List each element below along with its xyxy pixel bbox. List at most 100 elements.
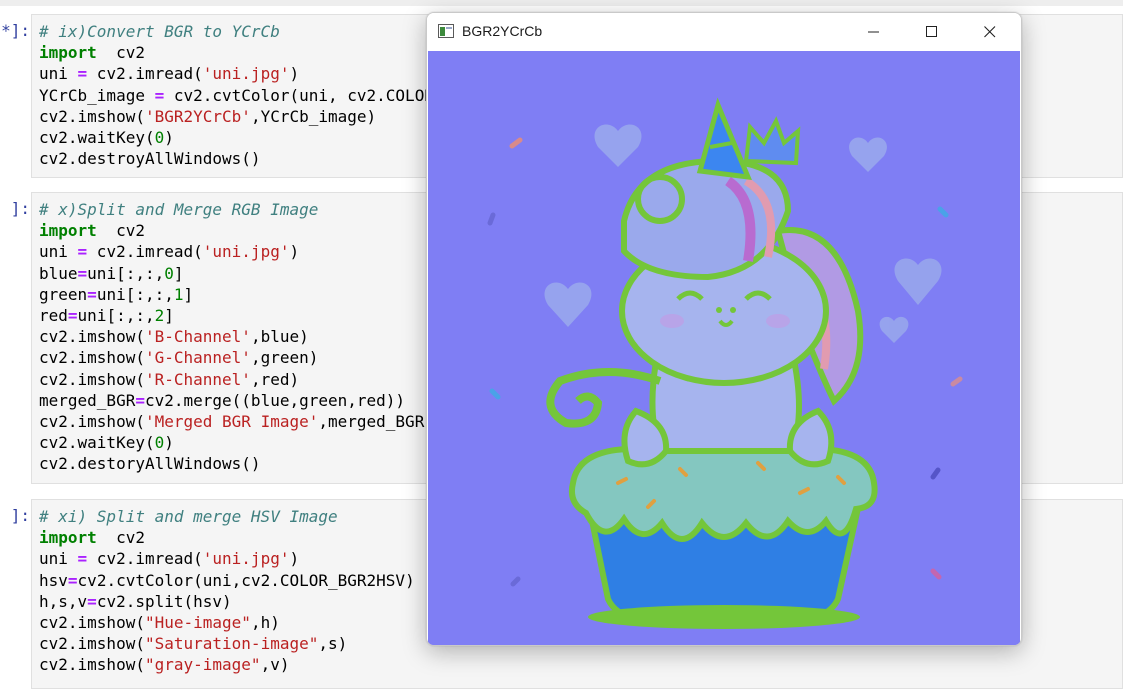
code-token: merged_BGR [39, 390, 136, 410]
code-token: 0 [154, 128, 165, 148]
code-line[interactable]: import cv2 [39, 528, 145, 547]
code-token: cv2.waitKey( [39, 128, 155, 148]
ycrcb-image-canvas [428, 51, 1020, 645]
code-token: = [77, 263, 88, 283]
code-token: 'uni.jpg' [202, 242, 290, 262]
unicorn-cupcake-image [428, 51, 1020, 645]
code-line[interactable]: cv2.imshow('B-Channel',blue) [39, 327, 309, 346]
code-token: "Hue-image" [144, 613, 251, 633]
code-token: ] [164, 306, 174, 326]
code-token: uni[:,:, [87, 263, 165, 283]
code-line[interactable]: import cv2 [39, 221, 145, 240]
code-token: ,merged_BGR) [318, 412, 434, 432]
code-token: uni [39, 64, 78, 84]
code-token: # x)Split and Merge RGB Image [39, 200, 319, 219]
code-token: cv2.destroyAllWindows() [39, 149, 261, 169]
code-line[interactable]: merged_BGR=cv2.merge((blue,green,red)) [39, 391, 405, 410]
code-token: 1 [173, 284, 184, 304]
code-line[interactable]: cv2.imshow('Merged BGR Image',merged_BGR… [39, 412, 434, 431]
cell-prompt: ]: [10, 199, 30, 218]
code-token: cv2.imread( [87, 242, 203, 262]
code-token: uni[:,:, [77, 306, 155, 326]
code-line[interactable]: cv2.destroyAllWindows() [39, 149, 261, 168]
code-line[interactable]: cv2.imshow("Saturation-image",s) [39, 634, 347, 653]
code-line[interactable]: h,s,v=cv2.split(hsv) [39, 592, 232, 611]
code-line[interactable]: cv2.imshow('G-Channel',green) [39, 348, 318, 367]
code-token: ) [289, 64, 300, 84]
code-token: 2 [154, 306, 165, 326]
minimize-icon [868, 31, 879, 33]
code-token: cv2.imread( [87, 64, 203, 84]
code-token: 0 [164, 263, 174, 283]
code-token: cv2.imshow( [39, 613, 145, 633]
code-token: ,green) [250, 348, 319, 368]
code-line[interactable]: cv2.waitKey(0) [39, 433, 174, 452]
maximize-button[interactable] [903, 13, 961, 51]
code-line[interactable]: # x)Split and Merge RGB Image [39, 200, 318, 219]
code-token: = [67, 570, 78, 590]
code-token: = [87, 591, 97, 611]
code-line[interactable]: # xi) Split and merge HSV Image [39, 507, 338, 526]
code-line[interactable]: green=uni[:,:,1] [39, 285, 193, 304]
code-line[interactable]: # ix)Convert BGR to YCrCb [39, 22, 280, 41]
window-title: BGR2YCrCb [462, 23, 543, 39]
close-button[interactable] [961, 13, 1019, 51]
code-token: cv2.imread( [87, 549, 203, 569]
code-token: 'uni.jpg' [202, 549, 290, 569]
notebook-top-strip [0, 0, 1123, 6]
code-token: ,h) [250, 613, 280, 633]
code-token: = [77, 549, 88, 569]
opencv-image-window[interactable]: BGR2YCrCb [426, 12, 1022, 646]
maximize-icon [926, 26, 937, 37]
minimize-button[interactable] [845, 13, 903, 51]
code-token: ) [164, 433, 174, 453]
code-token: cv2.imshow( [39, 369, 145, 389]
code-line[interactable]: hsv=cv2.cvtColor(uni,cv2.COLOR_BGR2HSV) [39, 571, 415, 590]
code-token: red [39, 306, 68, 326]
code-token: ,red) [250, 369, 300, 389]
code-token: 'G-Channel' [144, 348, 251, 368]
code-token: ,s) [318, 634, 348, 654]
code-line[interactable]: red=uni[:,:,2] [39, 306, 174, 325]
code-line[interactable]: cv2.waitKey(0) [39, 128, 174, 147]
code-token: "gray-image" [144, 655, 261, 675]
close-icon [984, 26, 996, 38]
code-token: 'R-Channel' [144, 369, 251, 389]
code-token: 0 [154, 433, 165, 453]
code-line[interactable]: uni = cv2.imread('uni.jpg') [39, 242, 299, 261]
code-line[interactable]: cv2.destoryAllWindows() [39, 454, 261, 473]
code-token: ) [164, 128, 174, 148]
code-token: cv2.waitKey( [39, 433, 155, 453]
code-token: ,v) [260, 655, 290, 675]
code-token: cv2.merge((blue,green,red)) [144, 390, 406, 410]
app-icon [438, 24, 454, 38]
code-line[interactable]: cv2.imshow('R-Channel',red) [39, 370, 299, 389]
code-line[interactable]: import cv2 [39, 43, 145, 62]
code-line[interactable]: cv2.imshow("gray-image",v) [39, 655, 289, 674]
window-titlebar[interactable]: BGR2YCrCb [427, 13, 1021, 51]
code-token: uni[:,:, [96, 284, 174, 304]
code-line[interactable]: cv2.imshow("Hue-image",h) [39, 613, 280, 632]
code-token: 'uni.jpg' [202, 64, 290, 84]
code-token: cv2.imshow( [39, 327, 145, 347]
code-line[interactable]: uni = cv2.imread('uni.jpg') [39, 549, 299, 568]
cell-prompt: *]: [1, 21, 30, 40]
code-token: ,blue) [250, 327, 309, 347]
code-token: 'Merged BGR Image' [144, 412, 319, 432]
code-token: cv2 [96, 528, 145, 548]
code-token: = [154, 85, 165, 105]
code-token: uni [39, 549, 78, 569]
code-token: cv2.imshow( [39, 106, 145, 126]
code-token: 'BGR2YCrCb' [144, 106, 251, 126]
code-token: = [67, 306, 78, 326]
code-token: = [77, 64, 88, 84]
code-token: = [77, 242, 88, 262]
code-token: ] [183, 284, 194, 304]
code-line[interactable]: blue=uni[:,:,0] [39, 264, 184, 283]
code-token: cv2.imshow( [39, 348, 145, 368]
code-token: = [135, 390, 145, 410]
code-token: cv2 [96, 43, 145, 63]
code-line[interactable]: uni = cv2.imread('uni.jpg') [39, 64, 299, 83]
code-line[interactable]: cv2.imshow('BGR2YCrCb',YCrCb_image) [39, 107, 376, 126]
code-token: ) [289, 549, 300, 569]
